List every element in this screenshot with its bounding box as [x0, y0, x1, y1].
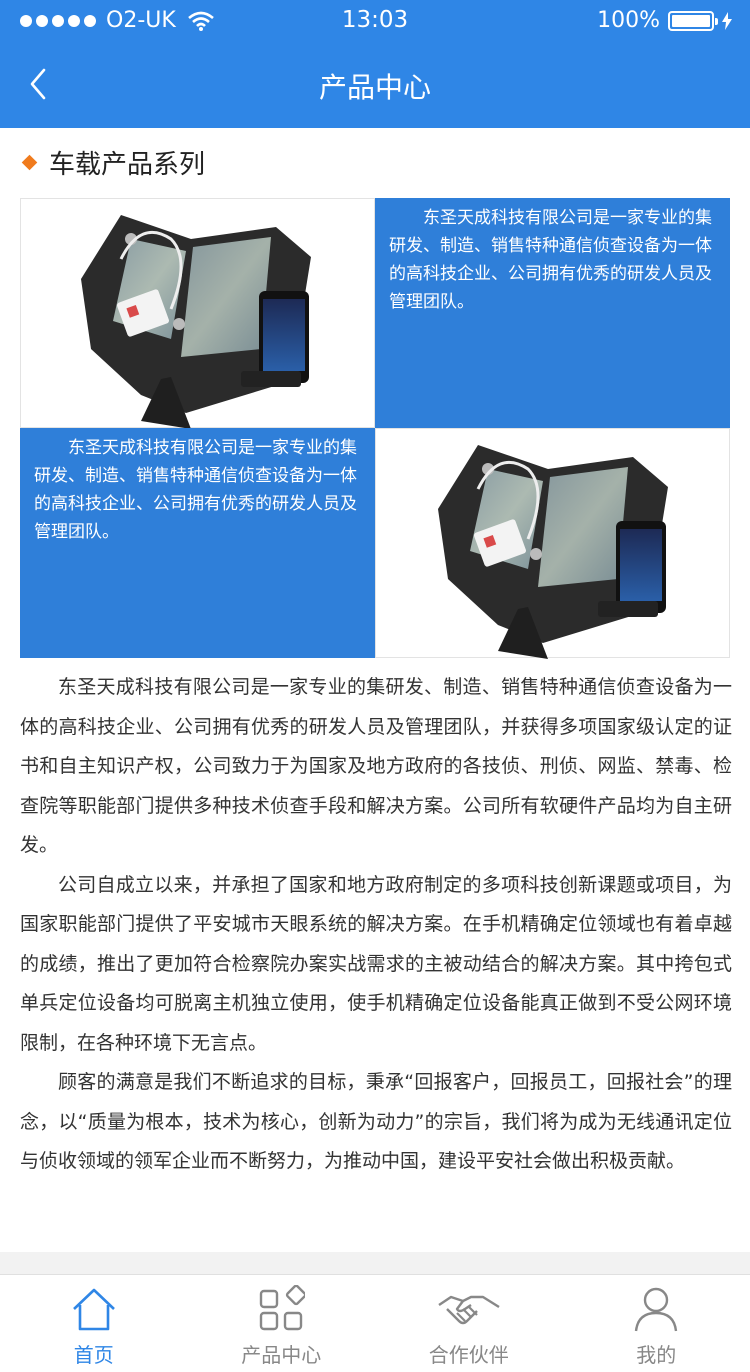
bottom-tab-bar: 首页 产品中心 合作伙伴 我的 [0, 1274, 750, 1372]
home-icon [72, 1288, 115, 1331]
company-article: 东圣天成科技有限公司是一家专业的集研发、制造、销售特种通信侦查设备为一体的高科技… [20, 668, 732, 1182]
product-blurb: 东圣天成科技有限公司是一家专业的集研发、制造、销售特种通信侦查设备为一体的高科技… [389, 208, 712, 312]
product-image[interactable] [20, 198, 375, 429]
tabbar-divider [0, 1252, 750, 1274]
tab-products[interactable]: 产品中心 [188, 1275, 376, 1372]
battery-status: 100% [597, 8, 732, 33]
article-paragraph: 东圣天成科技有限公司是一家专业的集研发、制造、销售特种通信侦查设备为一体的高科技… [20, 676, 732, 856]
solar-charger-image [438, 445, 668, 659]
status-bar: O2-UK 13:03 100% [0, 0, 750, 42]
section-heading: 车载产品系列 [20, 144, 205, 180]
tab-label: 产品中心 [241, 1343, 322, 1367]
section-title: 车载产品系列 [49, 149, 206, 180]
product-blurb-card: 东圣天成科技有限公司是一家专业的集研发、制造、销售特种通信侦查设备为一体的高科技… [375, 198, 730, 428]
user-icon [635, 1287, 678, 1332]
tab-home[interactable]: 首页 [0, 1275, 188, 1372]
grid-icon [260, 1285, 306, 1331]
top-bar: O2-UK 13:03 100% 产品中心 [0, 0, 750, 128]
product-grid: 东圣天成科技有限公司是一家专业的集研发、制造、销售特种通信侦查设备为一体的高科技… [20, 198, 730, 659]
handshake-icon [438, 1295, 500, 1325]
tab-mine[interactable]: 我的 [563, 1275, 750, 1372]
battery-percent: 100% [597, 8, 660, 33]
tab-label: 合作伙伴 [428, 1343, 509, 1367]
diamond-bullet-icon [21, 154, 38, 170]
article-paragraph: 顾客的满意是我们不断追求的目标，秉承“回报客户，回报员工，回报社会”的理念，以“… [20, 1071, 732, 1172]
product-image[interactable] [375, 428, 730, 659]
tab-label: 首页 [73, 1343, 114, 1367]
tab-label: 我的 [636, 1343, 677, 1367]
product-blurb: 东圣天成科技有限公司是一家专业的集研发、制造、销售特种通信侦查设备为一体的高科技… [34, 438, 357, 542]
charging-icon [722, 11, 732, 30]
tab-partners[interactable]: 合作伙伴 [375, 1275, 563, 1372]
nav-bar: 产品中心 [0, 42, 750, 128]
page-title: 产品中心 [318, 71, 431, 104]
article-paragraph: 公司自成立以来，并承担了国家和地方政府制定的多项科技创新课题或项目，为国家职能部… [20, 873, 732, 1054]
product-blurb-card: 东圣天成科技有限公司是一家专业的集研发、制造、销售特种通信侦查设备为一体的高科技… [20, 428, 375, 658]
solar-charger-image [81, 215, 311, 429]
battery-icon [668, 10, 718, 31]
